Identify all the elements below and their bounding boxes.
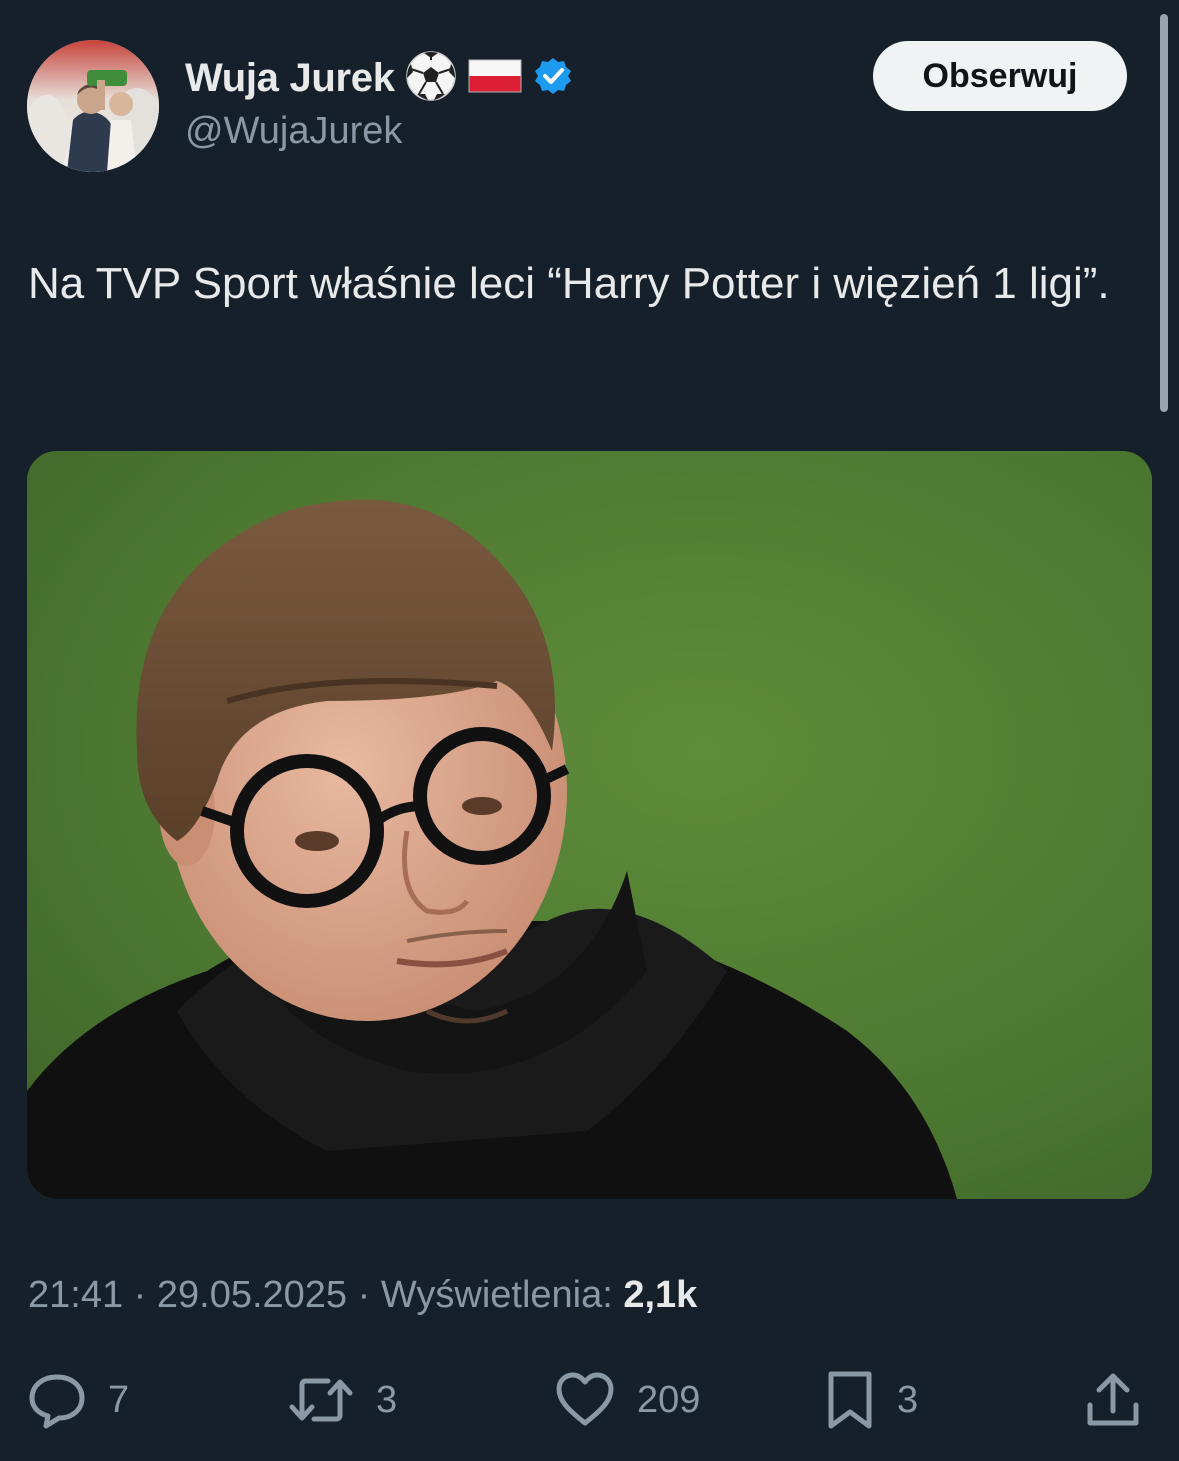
author-name-row: Wuja Jurek xyxy=(185,50,573,107)
reply-button[interactable]: 7 xyxy=(28,1368,129,1432)
author-handle[interactable]: @WujaJurek xyxy=(185,110,402,153)
bookmark-icon xyxy=(825,1370,875,1430)
scrollbar[interactable] xyxy=(1160,14,1168,412)
meta-separator: · xyxy=(357,1274,381,1316)
verified-badge-icon[interactable] xyxy=(533,56,573,101)
like-button[interactable]: 209 xyxy=(555,1368,700,1432)
reply-count: 7 xyxy=(108,1378,130,1421)
repost-count: 3 xyxy=(376,1378,398,1421)
repost-button[interactable]: 3 xyxy=(288,1368,397,1432)
tweet-page: Wuja Jurek @WujaJurek Obserwuj Na TVP Sp… xyxy=(0,0,1179,1461)
tweet-text: Na TVP Sport właśnie leci “Harry Potter … xyxy=(28,259,1110,308)
tweet-time[interactable]: 21:41 xyxy=(28,1274,123,1316)
heart-icon xyxy=(555,1371,615,1429)
bookmark-count: 3 xyxy=(897,1378,919,1421)
like-count: 209 xyxy=(637,1378,701,1421)
tweet-meta: 21:41 · 29.05.2025 · Wyświetlenia: 2,1k xyxy=(28,1274,697,1317)
share-button[interactable] xyxy=(1085,1368,1141,1432)
repost-icon xyxy=(288,1371,354,1429)
avatar[interactable] xyxy=(27,40,159,172)
author-display-name[interactable]: Wuja Jurek xyxy=(185,56,395,101)
bookmark-button[interactable]: 3 xyxy=(825,1368,918,1432)
share-icon xyxy=(1085,1371,1141,1429)
soccer-ball-icon xyxy=(405,50,457,107)
tweet-date[interactable]: 29.05.2025 xyxy=(157,1274,347,1316)
views-count: 2,1k xyxy=(623,1274,698,1316)
reply-icon xyxy=(28,1371,86,1429)
poland-flag-icon xyxy=(467,56,523,101)
tweet-photo[interactable] xyxy=(27,451,1152,1199)
views-label: Wyświetlenia: xyxy=(380,1274,613,1316)
meta-separator: · xyxy=(133,1274,157,1316)
follow-button[interactable]: Obserwuj xyxy=(873,41,1127,111)
